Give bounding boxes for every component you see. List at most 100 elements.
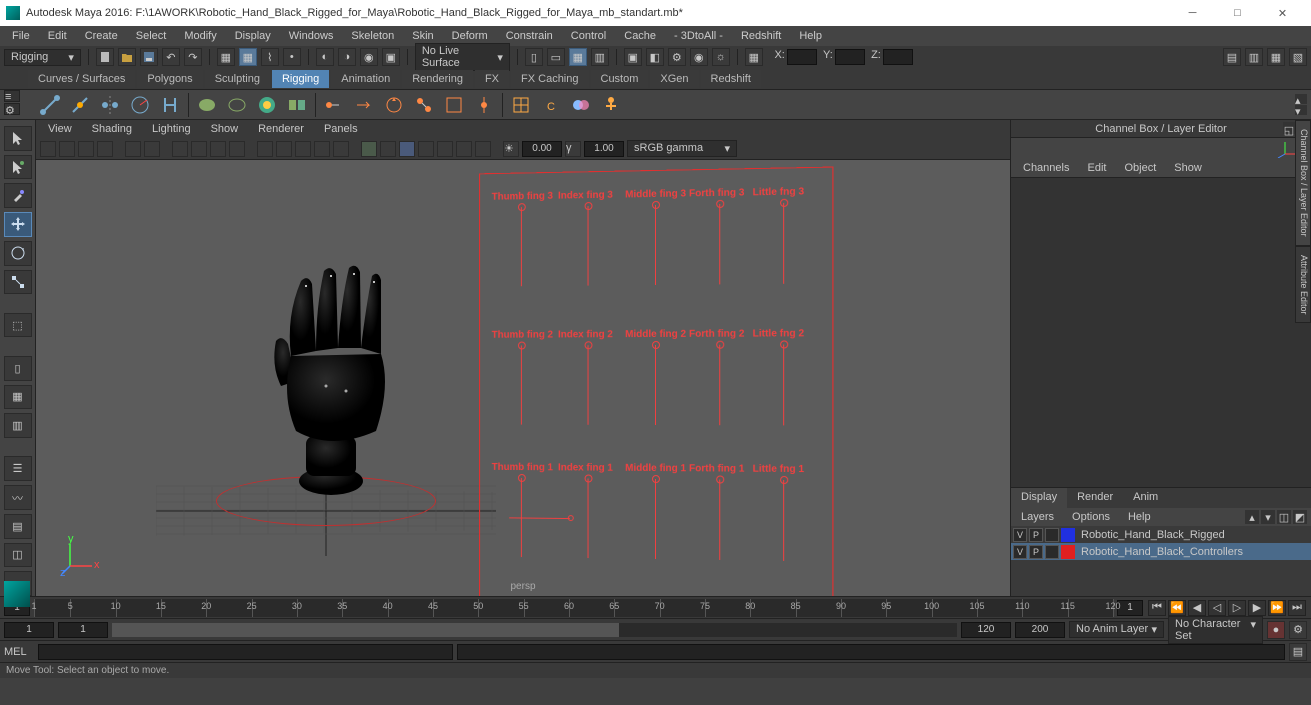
constraint-scale-icon[interactable] [442, 93, 466, 117]
layout-single-button[interactable]: ▯ [4, 356, 32, 381]
use-lights-icon[interactable] [314, 141, 330, 157]
side-tab-channel-box[interactable]: Channel Box / Layer Editor [1295, 120, 1311, 246]
film-gate-icon[interactable] [191, 141, 207, 157]
undo-button[interactable]: ↶ [162, 48, 180, 66]
shelf-scroll-down-icon[interactable]: ▾ [1295, 105, 1307, 115]
anim-layer-selector[interactable]: No Anim Layer▾ [1069, 621, 1164, 638]
menu-windows[interactable]: Windows [281, 28, 342, 44]
snap-point-button[interactable]: • [283, 48, 301, 66]
save-scene-button[interactable] [140, 48, 158, 66]
move-tool[interactable] [4, 212, 32, 237]
go-to-end-button[interactable]: ⏭ [1288, 600, 1306, 616]
layer-row[interactable]: VPRobotic_Hand_Black_Controllers [1011, 543, 1311, 560]
attr-editor-toggle[interactable]: ▤ [1223, 48, 1241, 66]
menu-help[interactable]: Help [791, 28, 830, 44]
layout-four-button[interactable]: ▦ [4, 385, 32, 410]
outliner-button[interactable]: ☰ [4, 456, 32, 481]
maximize-button[interactable]: □ [1215, 0, 1260, 26]
script-lang-label[interactable]: MEL [4, 646, 34, 658]
new-scene-button[interactable] [96, 48, 114, 66]
y-field[interactable] [835, 49, 865, 65]
insert-joint-icon[interactable] [68, 93, 92, 117]
exposure-icon[interactable]: ☀ [503, 141, 519, 157]
hypergraph-button[interactable]: ◫ [4, 543, 32, 568]
channel-box-toggle[interactable]: ▦ [1267, 48, 1285, 66]
new-empty-layer-icon[interactable]: ◫ [1277, 510, 1291, 524]
menu-create[interactable]: Create [77, 28, 126, 44]
shelf-tab-rendering[interactable]: Rendering [402, 70, 473, 88]
channel-menu-edit[interactable]: Edit [1079, 161, 1114, 175]
orient-joint-icon[interactable] [128, 93, 152, 117]
xray-icon[interactable] [380, 141, 396, 157]
move-layer-up-icon[interactable]: ▴ [1245, 510, 1259, 524]
menu-edit[interactable]: Edit [40, 28, 75, 44]
paint-weights-icon[interactable] [255, 93, 279, 117]
gamma-field[interactable]: 1.00 [584, 141, 624, 157]
multisample-icon[interactable] [456, 141, 472, 157]
gate-mask-icon[interactable] [229, 141, 245, 157]
channel-menu-show[interactable]: Show [1166, 161, 1210, 175]
last-tool[interactable]: ⬚ [4, 313, 32, 338]
tool-settings-toggle[interactable]: ▥ [1245, 48, 1263, 66]
shelf-scroll-up-icon[interactable]: ▴ [1295, 94, 1307, 104]
channel-menu-channels[interactable]: Channels [1015, 161, 1077, 175]
ipr-button[interactable]: ◧ [646, 48, 664, 66]
construction-history-button[interactable]: ◉ [360, 48, 378, 66]
menu-cache[interactable]: Cache [616, 28, 664, 44]
toggle-pane-button[interactable]: ▦ [745, 48, 763, 66]
current-time-field[interactable]: 1 [1117, 600, 1143, 616]
layer-color-swatch[interactable] [1061, 528, 1075, 542]
panel-menu-shading[interactable]: Shading [84, 122, 140, 136]
panel-menu-lighting[interactable]: Lighting [144, 122, 199, 136]
layer-visible-checkbox[interactable]: V [1013, 528, 1027, 542]
live-surface-selector[interactable]: No Live Surface▾ [415, 43, 510, 71]
shelf-tab-curves-surfaces[interactable]: Curves / Surfaces [28, 70, 135, 88]
shelf-tab-custom[interactable]: Custom [591, 70, 649, 88]
panel-layout-1-button[interactable]: ▯ [525, 48, 543, 66]
shelf-tab-fx-caching[interactable]: FX Caching [511, 70, 588, 88]
time-ruler[interactable]: 1510152025303540455055606570758085909510… [34, 599, 1113, 617]
panel-layout-2-button[interactable]: ▭ [547, 48, 565, 66]
help-menu[interactable]: Help [1122, 510, 1157, 524]
snap-curve-button[interactable]: ⌇ [261, 48, 279, 66]
menu-select[interactable]: Select [128, 28, 175, 44]
layers-menu[interactable]: Layers [1015, 510, 1060, 524]
menu-skin[interactable]: Skin [404, 28, 441, 44]
step-forward-button[interactable]: ▶ [1248, 600, 1266, 616]
blend-shape-icon[interactable] [569, 93, 593, 117]
graph-editor-button[interactable]: 〰 [4, 485, 32, 510]
prefs-button[interactable]: ⚙ [1289, 621, 1307, 639]
menu-deform[interactable]: Deform [444, 28, 496, 44]
constraint-point-icon[interactable] [322, 93, 346, 117]
hypershade-button[interactable]: ◉ [690, 48, 708, 66]
shelf-tab-xgen[interactable]: XGen [650, 70, 698, 88]
playback-end-field[interactable]: 120 [961, 622, 1011, 638]
paint-select-tool[interactable] [4, 183, 32, 208]
rotate-tool[interactable] [4, 241, 32, 266]
layer-tab-display[interactable]: Display [1011, 488, 1067, 508]
close-button[interactable]: ✕ [1260, 0, 1305, 26]
detach-skin-icon[interactable] [225, 93, 249, 117]
character-set-selector[interactable]: No Character Set▾ [1168, 616, 1263, 644]
shelf-gear-icon[interactable]: ⚙ [4, 103, 20, 115]
screen-space-ao-icon[interactable] [418, 141, 434, 157]
play-back-button[interactable]: ◁ [1208, 600, 1226, 616]
auto-key-button[interactable]: ● [1267, 621, 1285, 639]
constraint-orient-icon[interactable] [382, 93, 406, 117]
step-back-button[interactable]: ◀ [1188, 600, 1206, 616]
render-view-button[interactable]: ▣ [624, 48, 642, 66]
menu-control[interactable]: Control [563, 28, 614, 44]
open-scene-button[interactable] [118, 48, 136, 66]
gamma-icon[interactable]: γ [565, 141, 581, 157]
layer-color-swatch[interactable] [1061, 545, 1075, 559]
menu--dtoall-[interactable]: - 3DtoAll - [666, 28, 731, 44]
select-camera-icon[interactable] [40, 141, 56, 157]
joint-tool-icon[interactable] [38, 93, 62, 117]
viewport[interactable]: y x z Thumb fing 3Index fing 3Middle fin… [36, 160, 1010, 596]
deform-cluster-icon[interactable]: C [539, 93, 563, 117]
panel-menu-renderer[interactable]: Renderer [250, 122, 312, 136]
image-plane-icon[interactable] [97, 141, 113, 157]
mode-selector[interactable]: Rigging▾ [4, 49, 81, 66]
menu-redshift[interactable]: Redshift [733, 28, 789, 44]
menu-constrain[interactable]: Constrain [498, 28, 561, 44]
